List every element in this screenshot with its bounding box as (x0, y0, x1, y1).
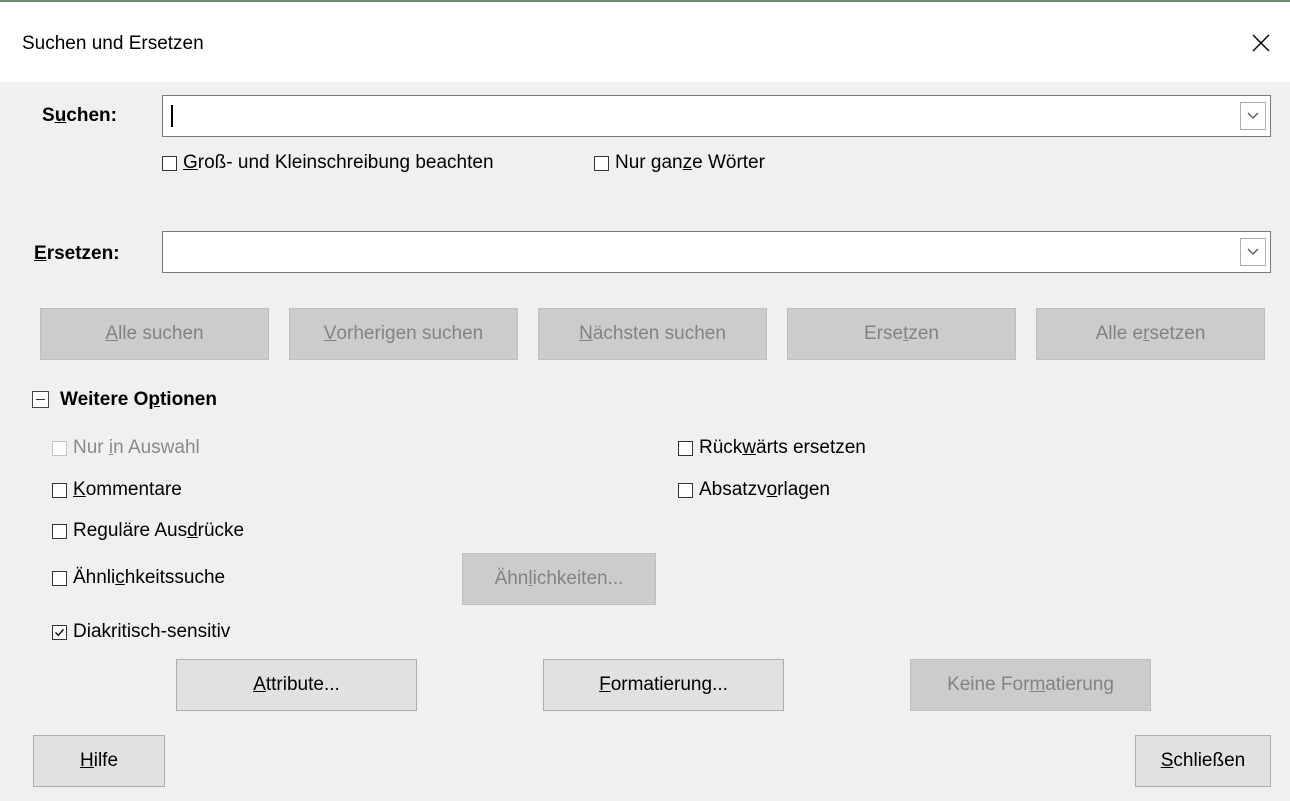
replace-label: Ersetzen: (34, 243, 120, 264)
paragraph-styles-label: Absatzvorlagen (699, 479, 830, 500)
checkbox-box (678, 440, 693, 456)
close-icon (1252, 34, 1270, 52)
similarity-label: Ähnlichkeitssuche (73, 567, 226, 588)
title-bar: Suchen und Ersetzen (0, 0, 1290, 82)
help-button[interactable]: Hilfe (33, 735, 165, 787)
replace-input[interactable] (169, 232, 1232, 272)
replace-combobox[interactable] (162, 231, 1271, 273)
find-all-button[interactable]: Alle suchen (40, 308, 269, 360)
regex-checkbox[interactable]: Reguläre Ausdrücke (52, 520, 244, 542)
close-dialog-button[interactable]: Schließen (1135, 735, 1271, 787)
paragraph-styles-checkbox[interactable]: Absatzvorlagen (678, 479, 830, 501)
current-selection-checkbox[interactable]: Nur in Auswahl (52, 437, 200, 459)
replace-all-button[interactable]: Alle e r setzen (1036, 308, 1265, 360)
attributes-button[interactable]: Attribute... (176, 659, 417, 711)
whole-words-label: Nur ganze Wörter (615, 152, 765, 173)
checkbox-box (162, 155, 177, 171)
replace-dropdown-button[interactable] (1240, 238, 1266, 266)
checkbox-box (52, 570, 67, 586)
checkmark-icon (55, 628, 64, 636)
similarities-button[interactable]: Ähn l ichkeiten... (462, 553, 656, 605)
comments-checkbox[interactable]: Kommentare (52, 479, 182, 501)
find-next-button[interactable]: Nächsten suchen (538, 308, 767, 360)
more-options-header[interactable]: Weitere Optionen (60, 389, 217, 411)
checkbox-box (52, 624, 67, 640)
checkbox-box (594, 155, 609, 171)
replace-backwards-checkbox[interactable]: Rückwärts ersetzen (678, 437, 866, 459)
no-format-button[interactable]: Keine For m atierung (910, 659, 1151, 711)
collapse-icon[interactable] (32, 391, 49, 408)
replace-backwards-label: Rückwärts ersetzen (699, 437, 866, 458)
current-selection-label: Nur in Auswahl (73, 437, 200, 458)
format-button[interactable]: Formatierung... (543, 659, 784, 711)
search-combobox[interactable] (162, 95, 1271, 137)
chevron-down-icon (1247, 248, 1259, 255)
close-button[interactable] (1232, 12, 1290, 74)
diacritics-label: Diakritisch-sensitiv (73, 621, 231, 642)
match-case-checkbox[interactable]: Groß- und Kleinschreibung beachten (162, 152, 494, 174)
checkbox-box (52, 482, 67, 498)
search-dropdown-button[interactable] (1240, 102, 1266, 130)
diacritics-checkbox[interactable]: Diakritisch-sensitiv (52, 621, 230, 643)
whole-words-checkbox[interactable]: Nur ganze Wörter (594, 152, 765, 174)
replace-button[interactable]: Erse t zen (787, 308, 1016, 360)
similarity-checkbox[interactable]: Ähnlichkeitssuche (52, 567, 225, 589)
chevron-down-icon (1247, 112, 1259, 119)
window-title: Suchen und Ersetzen (22, 33, 204, 54)
search-label: Suchen: (42, 105, 117, 126)
comments-label: Kommentare (73, 479, 182, 500)
match-case-label: Groß- und Kleinschreibung beachten (183, 152, 494, 173)
checkbox-box (52, 523, 67, 539)
checkbox-box (678, 482, 693, 498)
checkbox-box (52, 440, 67, 456)
find-previous-button[interactable]: Vorherigen suchen (289, 308, 518, 360)
search-input[interactable] (169, 96, 1232, 136)
regex-label: Reguläre Ausdrücke (73, 520, 245, 541)
